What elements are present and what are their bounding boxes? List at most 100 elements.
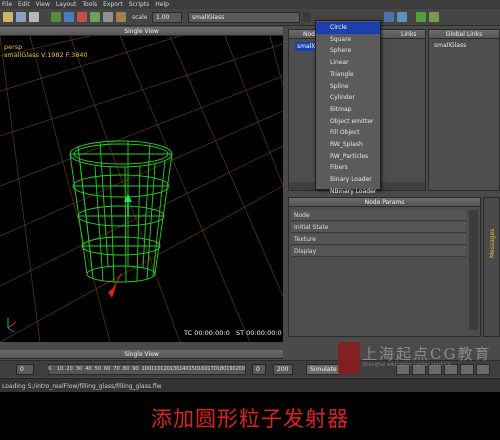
dropdown-item-object-emitter[interactable]: Object emitter: [316, 116, 380, 128]
timeline-tick-label: 90: [132, 366, 139, 372]
menu-layout[interactable]: Layout: [56, 1, 76, 8]
dropdown-item-sphere[interactable]: Sphere: [316, 45, 380, 57]
chevron-down-icon[interactable]: [303, 12, 311, 22]
menu-bar: File Edit View Layout Tools Export Scrip…: [0, 0, 500, 9]
menu-file[interactable]: File: [2, 1, 12, 8]
timeline-tick-label: 130: [169, 366, 180, 372]
timeline-tick-label: 190: [226, 366, 236, 372]
dropdown-item-binary-loader[interactable]: Binary Loader: [316, 174, 380, 186]
menu-scripts[interactable]: Scripts: [129, 1, 150, 8]
select-tool-icon[interactable]: [51, 12, 61, 22]
timeline-tick-label: 160: [198, 366, 208, 372]
rotate-tool-icon[interactable]: [77, 12, 87, 22]
timeline-tick-label: 20: [66, 366, 73, 372]
scale-field[interactable]: 1.00: [152, 12, 182, 23]
dropdown-item-nbinary-loader[interactable]: NBinary Loader: [316, 186, 380, 198]
dropdown-item-cylinder[interactable]: Cylinder: [316, 92, 380, 104]
timeline-tick-label: 200: [235, 366, 246, 372]
add-wave-icon[interactable]: [397, 12, 407, 22]
timeline-tick-label: 170: [207, 366, 217, 372]
menu-export[interactable]: Export: [103, 1, 123, 8]
dropdown-item-square[interactable]: Square: [316, 34, 380, 46]
ground-grid: [0, 36, 283, 342]
global-link-item[interactable]: smallGlass: [434, 42, 466, 49]
timeline-tick-label: 40: [85, 366, 92, 372]
menu-help[interactable]: Help: [155, 1, 169, 8]
dropdown-item-rw-splash[interactable]: RW_Splash: [316, 139, 380, 151]
axis-x-indicator: [7, 321, 17, 329]
3d-viewport[interactable]: persp smallGlass V:1982 F:3840 TC 00:00:…: [0, 36, 283, 342]
glass-wireframe: [69, 140, 173, 283]
link-tool-icon[interactable]: [103, 12, 113, 22]
timeline-end-field-a[interactable]: 0: [252, 364, 266, 375]
menu-edit[interactable]: Edit: [18, 1, 30, 8]
realflow-window: File Edit View Layout Tools Export Scrip…: [0, 0, 500, 392]
dropdown-item-fibers[interactable]: Fibers: [316, 162, 380, 174]
add-daemon-icon[interactable]: [416, 12, 426, 22]
timeline-start-field[interactable]: 0: [16, 364, 34, 375]
timeline-tick-label: 60: [104, 366, 111, 372]
open-file-icon[interactable]: [16, 12, 26, 22]
start-time-readout: ST 00:00:00:0: [236, 329, 282, 337]
dropdown-item-fill-object[interactable]: Fill Object: [316, 127, 380, 139]
dropdown-item-linear[interactable]: Linear: [316, 57, 380, 69]
add-fluid-icon[interactable]: [384, 12, 394, 22]
dropdown-item-bitmap[interactable]: Bitmap: [316, 104, 380, 116]
global-links-title: Global Links: [429, 30, 499, 39]
timeline-tick-label: 80: [122, 366, 130, 372]
simulate-button[interactable]: Simulate: [306, 364, 341, 375]
seal-logo: [338, 342, 360, 374]
timeline-tick-label: 120: [160, 366, 170, 372]
node-params-title: Node Params: [289, 198, 480, 207]
param-row-texture[interactable]: Texture: [291, 234, 466, 245]
gizmo-x-arrow-icon[interactable]: [108, 286, 116, 298]
messages-tab[interactable]: Messages: [483, 197, 500, 337]
timeline-current-frame: 0: [48, 366, 52, 372]
links-title: Links: [401, 31, 417, 38]
save-file-icon[interactable]: [29, 12, 39, 22]
axis-z-indicator: [7, 327, 15, 333]
viewport-canvas: [0, 36, 283, 342]
timeline-tick-label: 100: [141, 366, 152, 372]
menu-tools[interactable]: Tools: [82, 1, 97, 8]
node-name-field[interactable]: smallGlass: [188, 12, 300, 23]
caption-text: 添加圆形粒子发射器: [151, 407, 349, 431]
scale-label: scale: [132, 14, 148, 21]
gizmo-x-axis[interactable]: [111, 273, 122, 292]
timeline-tick-label: 50: [94, 366, 101, 372]
dropdown-item-circle[interactable]: Circle: [316, 22, 380, 34]
snap-tool-icon[interactable]: [116, 12, 126, 22]
param-row-initial-state[interactable]: Initial State: [291, 222, 466, 233]
params-scrollbar[interactable]: [469, 210, 478, 330]
bottom-single-view-title: Single View: [0, 350, 283, 359]
dropdown-item-rw-particles[interactable]: RW_Particles: [316, 151, 380, 163]
messages-label: Messages: [489, 228, 496, 258]
menu-view[interactable]: View: [36, 1, 50, 8]
timeline-tick-label: 10: [57, 366, 64, 372]
scale-tool-icon[interactable]: [90, 12, 100, 22]
new-file-icon[interactable]: [3, 12, 13, 22]
add-constraint-icon[interactable]: [429, 12, 439, 22]
dropdown-item-spline[interactable]: Spline: [316, 81, 380, 93]
timecode-readout: TC 00:00:00:0: [184, 329, 230, 337]
camera-label: persp: [4, 43, 23, 51]
timeline-tick-label: 140: [179, 366, 189, 372]
timeline-tick-label: 30: [75, 366, 83, 372]
watermark-brand: 上海起点CG教育: [362, 345, 492, 363]
timeline-ruler[interactable]: 0 10 20 30 40 50 60 70 80 90 100 110 120 130 140 150 16…: [48, 364, 246, 375]
brand-watermark: 上海起点CG教育 Shanghai education center start…: [338, 340, 500, 392]
param-row-display[interactable]: Display: [291, 246, 466, 257]
dropdown-item-triangle[interactable]: Triangle: [316, 69, 380, 81]
timeline-end-field-b[interactable]: 200: [273, 364, 293, 375]
param-row-node[interactable]: Node: [291, 210, 466, 221]
single-view-title: Single View: [0, 27, 283, 36]
global-links-panel: Global Links smallGlass: [428, 29, 500, 191]
timeline-tick-label: 180: [216, 366, 227, 372]
video-caption: 添加圆形粒子发射器: [0, 392, 500, 440]
watermark-subtitle: Shanghai education center start CG: [362, 362, 452, 368]
node-params-panel: Node Params Node Initial State Texture D…: [288, 197, 481, 337]
emitter-dropdown: Circle Square Sphere Linear Triangle Spl…: [315, 20, 381, 195]
move-tool-icon[interactable]: [64, 12, 74, 22]
main-toolbar: scale 1.00 smallGlass: [0, 9, 500, 26]
timeline-tick-label: 110: [151, 366, 161, 372]
